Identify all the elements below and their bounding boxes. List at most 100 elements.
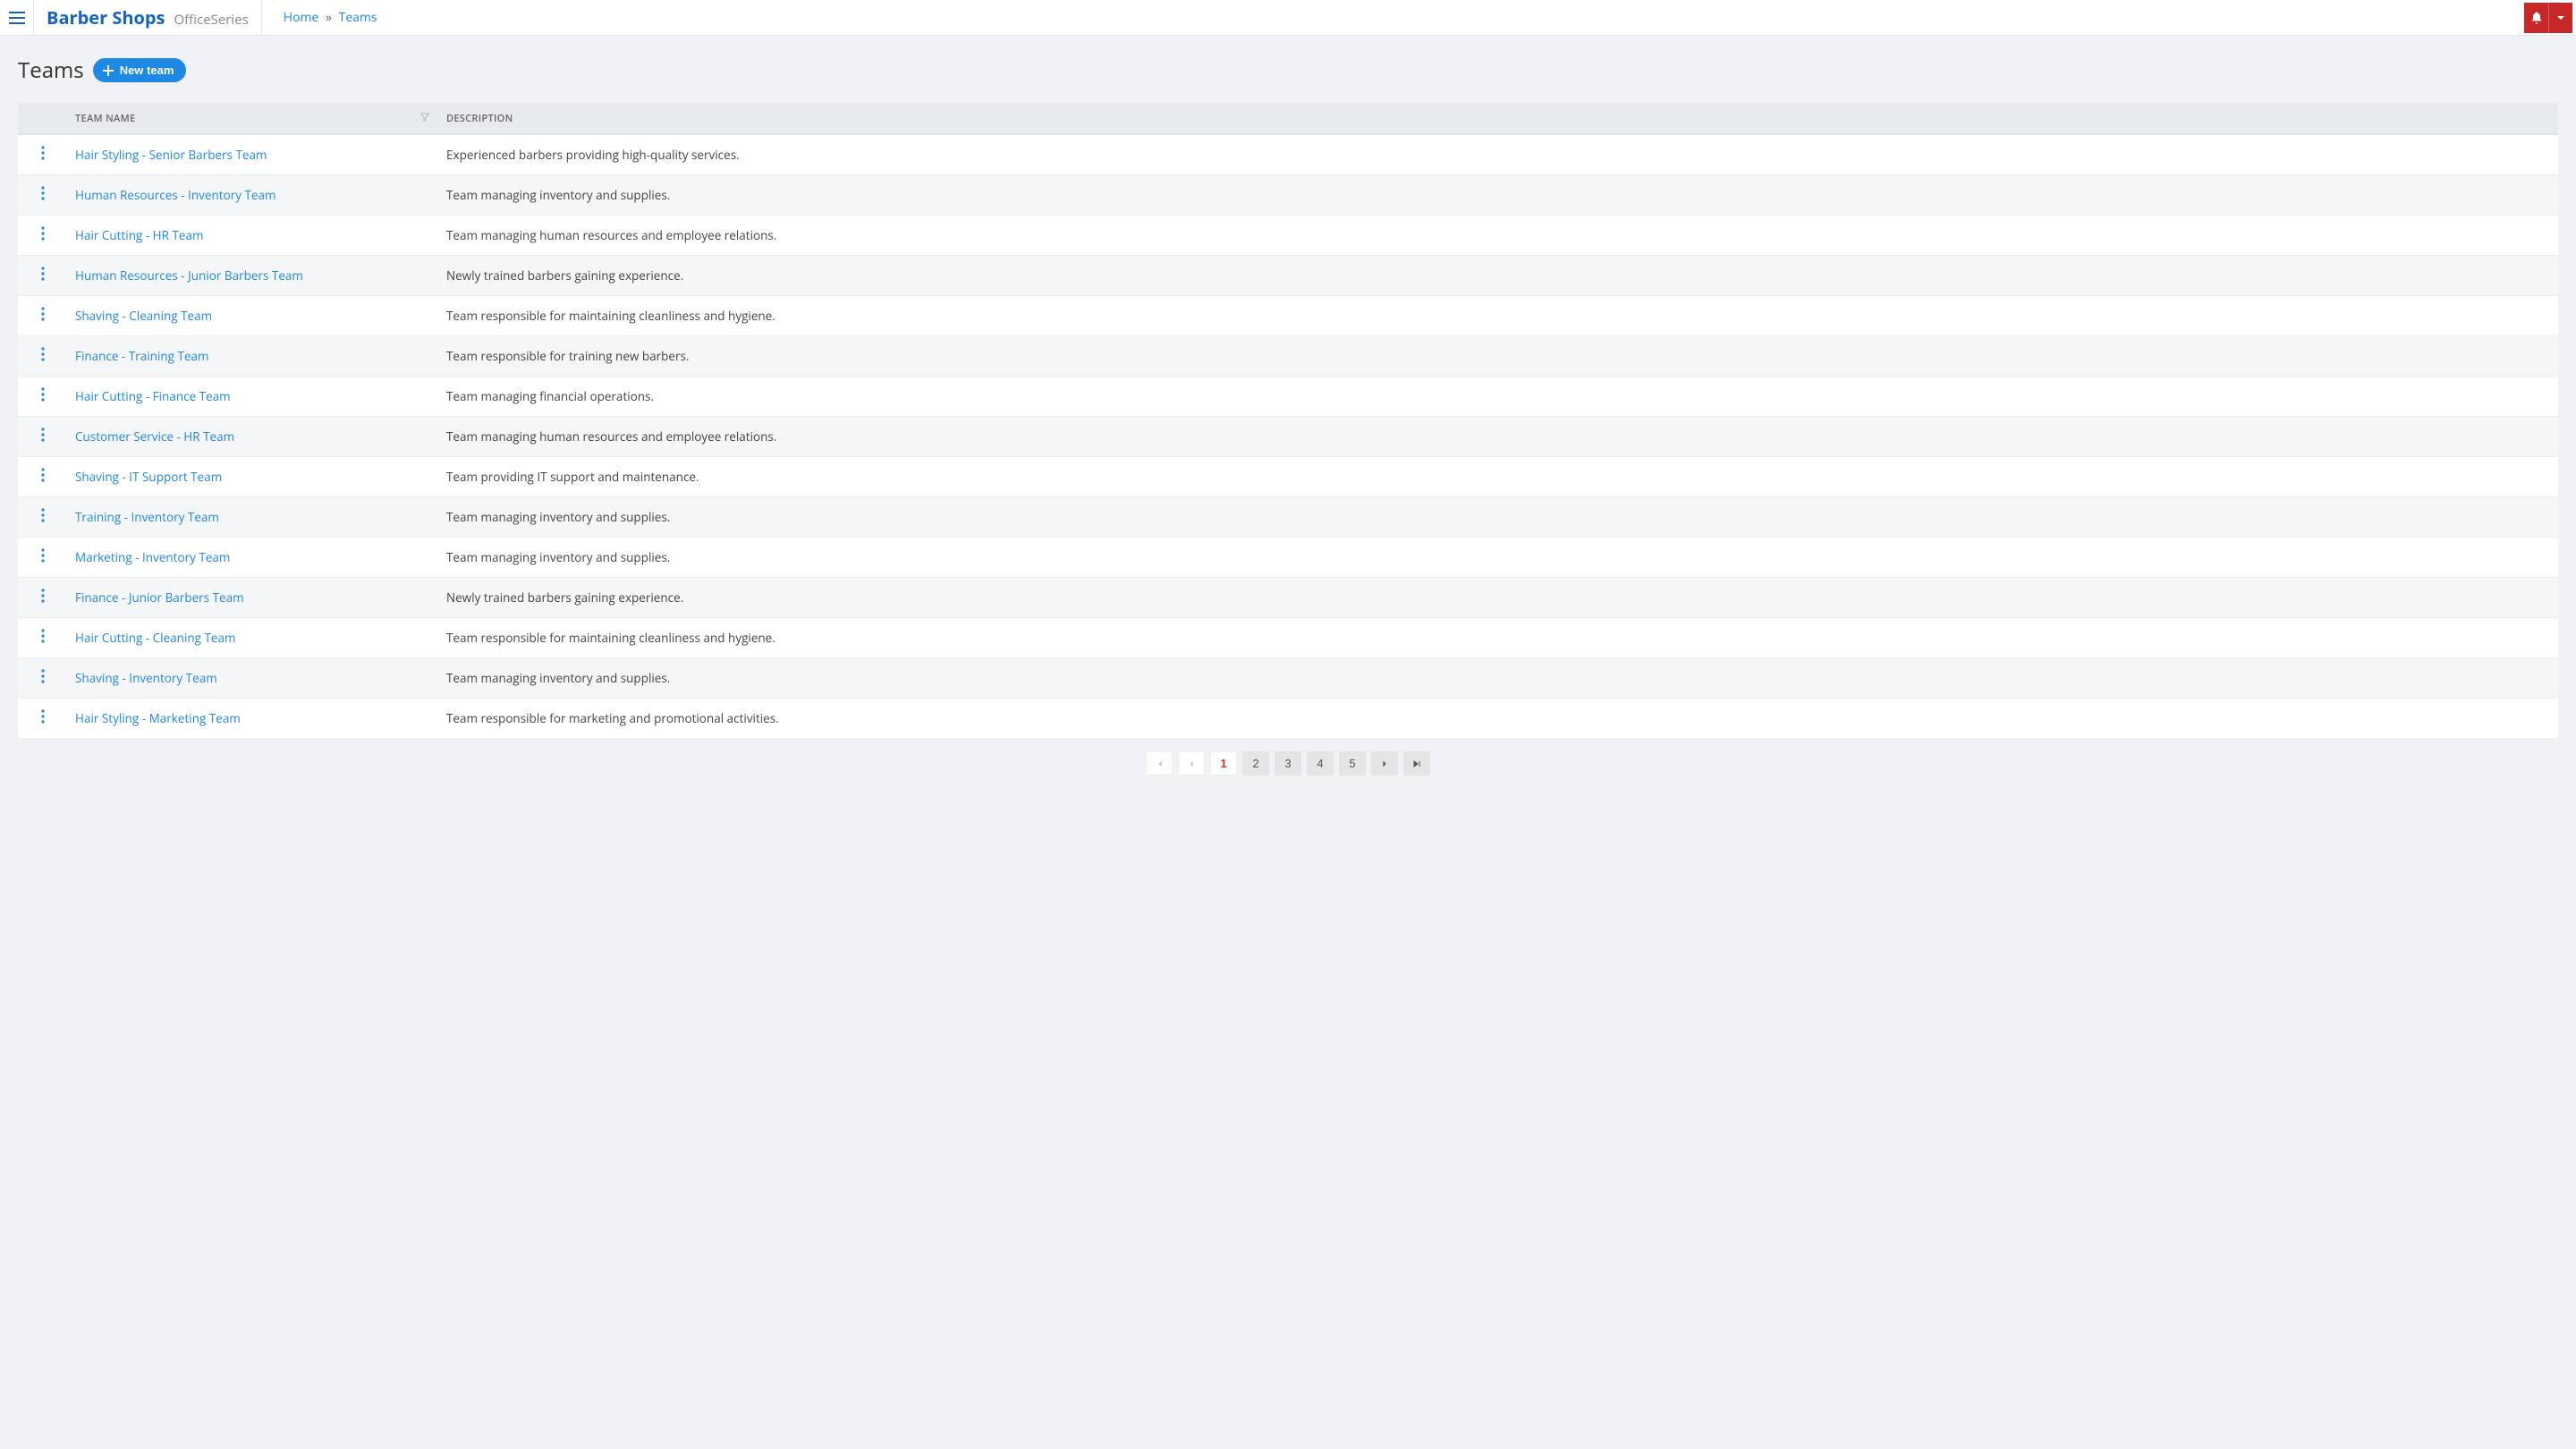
- caret-down-icon: [2556, 13, 2565, 22]
- table-row: Hair Styling - Marketing Team Team respon…: [18, 699, 2558, 739]
- team-name-link[interactable]: Hair Cutting - Finance Team: [75, 388, 231, 404]
- more-vertical-icon: [41, 468, 45, 482]
- team-name-link[interactable]: Shaving - Cleaning Team: [75, 308, 212, 324]
- row-actions-button[interactable]: [41, 669, 45, 683]
- more-vertical-icon: [41, 669, 45, 683]
- row-actions-button[interactable]: [41, 226, 45, 241]
- team-description: Team managing inventory and supplies.: [439, 497, 2558, 538]
- breadcrumb-home[interactable]: Home: [284, 9, 319, 26]
- teams-table: Team Name Description Hair Styling - Sen…: [18, 103, 2558, 788]
- row-actions-button[interactable]: [41, 146, 45, 160]
- team-description: Newly trained barbers gaining experience…: [439, 578, 2558, 618]
- table-row: Hair Cutting - HR Team Team managing huma…: [18, 216, 2558, 256]
- team-name-link[interactable]: Shaving - IT Support Team: [75, 469, 222, 485]
- topbar: Barber Shops OfficeSeries Home » Teams: [0, 0, 2576, 36]
- page-3[interactable]: 3: [1275, 751, 1301, 775]
- table-row: Hair Cutting - Finance Team Team managing…: [18, 377, 2558, 417]
- row-actions-button[interactable]: [41, 508, 45, 522]
- page-next[interactable]: [1371, 751, 1398, 775]
- col-actions: [18, 103, 68, 135]
- more-vertical-icon: [41, 548, 45, 563]
- team-name-link[interactable]: Hair Styling - Senior Barbers Team: [75, 147, 267, 163]
- page-5[interactable]: 5: [1339, 751, 1366, 775]
- row-actions-button[interactable]: [41, 267, 45, 281]
- team-name-link[interactable]: Hair Cutting - Cleaning Team: [75, 630, 235, 646]
- more-vertical-icon: [41, 387, 45, 402]
- table-row: Finance - Junior Barbers Team Newly train…: [18, 578, 2558, 618]
- team-name-link[interactable]: Hair Cutting - HR Team: [75, 227, 203, 243]
- team-description: Team managing human resources and employ…: [439, 417, 2558, 457]
- hamburger-icon: [9, 12, 25, 24]
- table-row: Human Resources - Junior Barbers Team New…: [18, 256, 2558, 296]
- team-description: Team managing human resources and employ…: [439, 216, 2558, 256]
- team-name-link[interactable]: Hair Styling - Marketing Team: [75, 710, 241, 726]
- more-vertical-icon: [41, 508, 45, 522]
- table-row: Marketing - Inventory Team Team managing …: [18, 538, 2558, 578]
- page-4[interactable]: 4: [1307, 751, 1334, 775]
- notifications-button[interactable]: [2524, 3, 2549, 33]
- page-2[interactable]: 2: [1242, 751, 1269, 775]
- team-name-link[interactable]: Human Resources - Inventory Team: [75, 187, 276, 203]
- team-description: Team managing financial operations.: [439, 377, 2558, 417]
- row-actions-button[interactable]: [41, 468, 45, 482]
- page-header: Teams New team: [18, 55, 2558, 85]
- page-first: [1146, 751, 1173, 775]
- header-actions: [2524, 3, 2572, 33]
- table-row: Human Resources - Inventory Team Team man…: [18, 175, 2558, 216]
- team-name-link[interactable]: Finance - Junior Barbers Team: [75, 589, 244, 606]
- team-name-link[interactable]: Customer Service - HR Team: [75, 428, 234, 445]
- table-row: Training - Inventory Team Team managing i…: [18, 497, 2558, 538]
- user-menu-button[interactable]: [2549, 3, 2572, 33]
- team-name-link[interactable]: Training - Inventory Team: [75, 509, 219, 525]
- row-actions-button[interactable]: [41, 347, 45, 361]
- team-description: Team responsible for marketing and promo…: [439, 699, 2558, 739]
- table-row: Finance - Training Team Team responsible …: [18, 336, 2558, 377]
- team-description: Team managing inventory and supplies.: [439, 175, 2558, 216]
- more-vertical-icon: [41, 226, 45, 241]
- row-actions-button[interactable]: [41, 709, 45, 724]
- team-name-link[interactable]: Human Resources - Junior Barbers Team: [75, 267, 303, 284]
- breadcrumb-current[interactable]: Teams: [339, 9, 377, 26]
- row-actions-button[interactable]: [41, 307, 45, 321]
- more-vertical-icon: [41, 146, 45, 160]
- brand-sub: OfficeSeries: [174, 2, 249, 38]
- breadcrumb-separator: »: [326, 9, 332, 26]
- brand[interactable]: Barber Shops OfficeSeries: [34, 0, 262, 36]
- page-1[interactable]: 1: [1210, 751, 1237, 775]
- more-vertical-icon: [41, 267, 45, 281]
- more-vertical-icon: [41, 629, 45, 643]
- more-vertical-icon: [41, 307, 45, 321]
- page-last[interactable]: [1403, 751, 1430, 775]
- team-description: Team managing inventory and supplies.: [439, 658, 2558, 699]
- row-actions-button[interactable]: [41, 589, 45, 603]
- row-actions-button[interactable]: [41, 548, 45, 563]
- brand-name: Barber Shops: [47, 0, 165, 36]
- col-description[interactable]: Description: [439, 103, 2558, 135]
- team-name-link[interactable]: Marketing - Inventory Team: [75, 549, 230, 565]
- menu-button[interactable]: [0, 0, 34, 36]
- team-description: Team responsible for maintaining cleanli…: [439, 618, 2558, 658]
- team-description: Team responsible for maintaining cleanli…: [439, 296, 2558, 336]
- filter-icon[interactable]: [419, 112, 430, 126]
- col-team-name[interactable]: Team Name: [68, 103, 439, 135]
- team-name-link[interactable]: Finance - Training Team: [75, 348, 209, 364]
- table-row: Shaving - Cleaning Team Team responsible …: [18, 296, 2558, 336]
- team-description: Team managing inventory and supplies.: [439, 538, 2558, 578]
- plus-icon: [102, 64, 114, 77]
- team-description: Newly trained barbers gaining experience…: [439, 256, 2558, 296]
- table-row: Shaving - Inventory Team Team managing in…: [18, 658, 2558, 699]
- page-prev: [1178, 751, 1205, 775]
- row-actions-button[interactable]: [41, 387, 45, 402]
- team-name-link[interactable]: Shaving - Inventory Team: [75, 670, 217, 686]
- table-row: Customer Service - HR Team Team managing …: [18, 417, 2558, 457]
- more-vertical-icon: [41, 428, 45, 442]
- row-actions-button[interactable]: [41, 428, 45, 442]
- team-description: Team responsible for training new barber…: [439, 336, 2558, 377]
- page-content: Teams New team Team Name Description Hai…: [0, 36, 2576, 808]
- breadcrumb: Home » Teams: [262, 9, 377, 26]
- row-actions-button[interactable]: [41, 629, 45, 643]
- new-team-button[interactable]: New team: [93, 58, 187, 82]
- table-row: Hair Cutting - Cleaning Team Team respons…: [18, 618, 2558, 658]
- row-actions-button[interactable]: [41, 186, 45, 200]
- table-row: Hair Styling - Senior Barbers TeamExperi…: [18, 135, 2558, 175]
